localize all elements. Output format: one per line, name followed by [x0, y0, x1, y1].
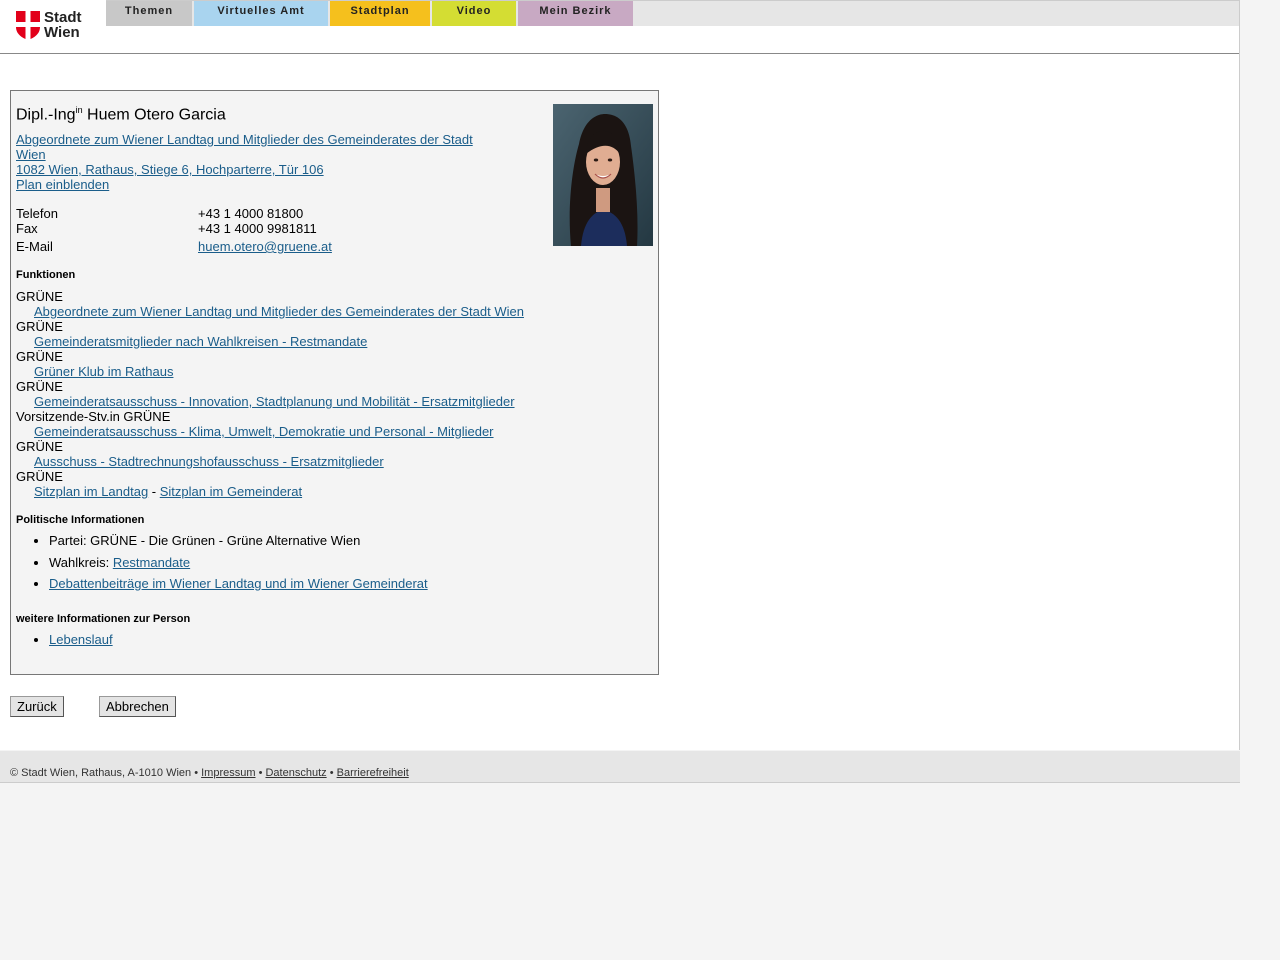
tab-label: Stadtplan	[350, 5, 410, 17]
impressum-link[interactable]: Impressum	[201, 767, 255, 779]
party-text: Partei: GRÜNE - Die Grünen - Grüne Alter…	[49, 533, 361, 548]
cancel-button[interactable]: Abbrechen	[99, 696, 176, 717]
function-party: GRÜNE	[16, 439, 63, 454]
political-list: Partei: GRÜNE - Die Grünen - Grüne Alter…	[16, 533, 428, 598]
political-heading: Politische Informationen	[16, 514, 145, 526]
logo-line2: Wien	[44, 24, 80, 41]
barrierefreiheit-link[interactable]: Barrierefreiheit	[337, 767, 409, 779]
seatplan-links: Sitzplan im Landtag - Sitzplan im Gemein…	[34, 484, 302, 499]
tab-virtuelles-amt[interactable]: Virtuelles Amt	[194, 1, 328, 26]
site-footer: © Stadt Wien, Rathaus, A-1010 Wien • Imp…	[0, 751, 1240, 783]
role-link-line1[interactable]: Abgeordnete zum Wiener Landtag und Mitgl…	[16, 132, 473, 147]
function-party: GRÜNE	[16, 469, 63, 484]
wahlkreis-label: Wahlkreis:	[49, 554, 113, 570]
phone-label: Telefon	[16, 206, 58, 221]
site-header: Stadt Wien Themen Virtuelles Amt Stadtpl…	[0, 0, 1239, 54]
title-prefix: Dipl.-Ing	[16, 106, 76, 124]
person-name-heading: Dipl.-Ingin Huem Otero Garcia	[16, 105, 226, 124]
debate-link[interactable]: Debattenbeiträge im Wiener Landtag und i…	[49, 576, 428, 591]
person-photo	[553, 104, 653, 246]
tab-label: Virtuelles Amt	[217, 5, 305, 17]
tab-stadtplan[interactable]: Stadtplan	[330, 1, 430, 26]
stadt-wien-logo[interactable]: Stadt Wien	[16, 10, 91, 42]
function-party: GRÜNE	[16, 319, 63, 334]
list-item: Debattenbeiträge im Wiener Landtag und i…	[49, 576, 428, 598]
logo-line1: Stadt	[44, 9, 82, 26]
list-item: Partei: GRÜNE - Die Grünen - Grüne Alter…	[49, 533, 428, 555]
tab-mein-bezirk[interactable]: Mein Bezirk	[518, 1, 633, 26]
person-name: Huem Otero Garcia	[87, 106, 226, 124]
more-info-heading: weitere Informationen zur Person	[16, 613, 191, 625]
function-party: Vorsitzende-Stv.in GRÜNE	[16, 409, 171, 424]
footer-separator: •	[326, 767, 337, 779]
fax-label: Fax	[16, 221, 38, 236]
wahlkreis-link[interactable]: Restmandate	[113, 555, 190, 570]
function-link[interactable]: Gemeinderatsausschuss - Klima, Umwelt, D…	[34, 424, 494, 439]
tab-themen[interactable]: Themen	[106, 1, 192, 26]
list-item: Lebenslauf	[49, 632, 113, 654]
person-card: Dipl.-Ingin Huem Otero Garcia Abgeordnet…	[10, 90, 659, 675]
function-party: GRÜNE	[16, 349, 63, 364]
tab-video[interactable]: Video	[432, 1, 516, 26]
seatplan-gemeinderat-link[interactable]: Sitzplan im Gemeinderat	[160, 484, 302, 499]
tab-label: Themen	[124, 5, 174, 17]
function-link[interactable]: Grüner Klub im Rathaus	[34, 364, 173, 379]
function-link[interactable]: Gemeinderatsausschuss - Innovation, Stad…	[34, 394, 515, 409]
tab-label: Video	[456, 5, 492, 17]
email-link[interactable]: huem.otero@gruene.at	[198, 239, 332, 254]
email-label: E-Mail	[16, 239, 53, 254]
function-party: GRÜNE	[16, 379, 63, 394]
plan-link[interactable]: Plan einblenden	[16, 177, 109, 192]
page-content: Stadt Wien Themen Virtuelles Amt Stadtpl…	[0, 0, 1240, 750]
wien-shield-icon	[16, 11, 40, 40]
main-navigation: Themen Virtuelles Amt Stadtplan Video Me…	[106, 0, 1239, 26]
link-separator: -	[148, 484, 160, 499]
tab-label: Mein Bezirk	[539, 5, 612, 17]
footer-separator: •	[255, 767, 266, 779]
portrait-image	[553, 104, 653, 246]
function-link[interactable]: Abgeordnete zum Wiener Landtag und Mitgl…	[34, 304, 524, 319]
fax-value: +43 1 4000 9981811	[198, 221, 317, 236]
seatplan-landtag-link[interactable]: Sitzplan im Landtag	[34, 484, 148, 499]
functions-heading: Funktionen	[16, 269, 76, 281]
back-button[interactable]: Zurück	[10, 696, 64, 717]
role-link-line2[interactable]: Wien	[16, 147, 46, 162]
function-party: GRÜNE	[16, 289, 63, 304]
title-sup: in	[75, 105, 83, 115]
list-item: Wahlkreis: Restmandate	[49, 555, 428, 577]
function-link[interactable]: Ausschuss - Stadtrechnungshofausschuss -…	[34, 454, 384, 469]
function-link[interactable]: Gemeinderatsmitglieder nach Wahlkreisen …	[34, 334, 367, 349]
cv-link[interactable]: Lebenslauf	[49, 632, 113, 647]
phone-value: +43 1 4000 81800	[198, 206, 304, 221]
footer-copyright: © Stadt Wien, Rathaus, A-1010 Wien	[10, 767, 192, 779]
footer-line: © Stadt Wien, Rathaus, A-1010 Wien • Imp…	[10, 767, 409, 779]
footer-separator: •	[191, 767, 202, 779]
address-link[interactable]: 1082 Wien, Rathaus, Stiege 6, Hochparter…	[16, 162, 324, 177]
more-info-list: Lebenslauf	[16, 632, 113, 654]
datenschutz-link[interactable]: Datenschutz	[265, 767, 326, 779]
